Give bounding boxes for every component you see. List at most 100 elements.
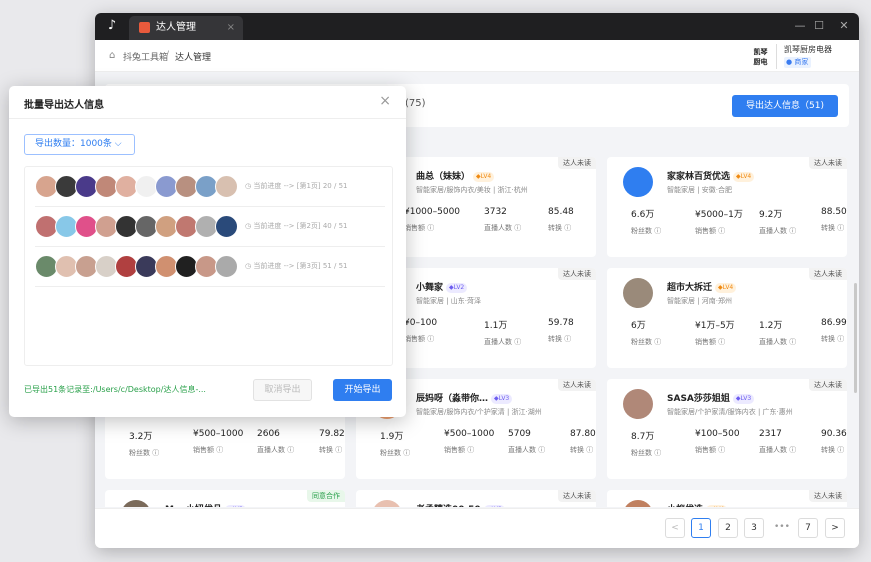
cancel-export-button[interactable]: 取消导出 <box>253 379 312 401</box>
export-quantity-select[interactable]: 导出数量：1000条 ⌵ <box>24 134 135 155</box>
help-icon[interactable]: ⓘ <box>654 227 661 235</box>
stat-label-row: 转换 ⓘ <box>821 223 849 233</box>
tab-close-icon[interactable]: × <box>227 20 235 35</box>
stat-label-row: 直播人数 ⓘ <box>508 445 566 455</box>
tab-talent-management[interactable]: 达人管理 × <box>129 16 243 40</box>
shop-logo: 凯琴 厨电 <box>745 44 777 69</box>
level-text: LV3 <box>498 395 510 402</box>
talent-category-location: 智能家居 | 河南·郑州 <box>667 297 733 305</box>
talent-stats: 3.2万 粉丝数 ⓘ ¥500–1000 销售额 ⓘ 2606 直播人数 ⓘ 7… <box>105 429 345 469</box>
help-icon[interactable]: ⓘ <box>837 446 844 454</box>
page-next-button[interactable]: > <box>825 518 845 538</box>
talent-name[interactable]: 辰妈呀（淼带你… ◆LV3 <box>416 391 513 404</box>
batch-export-dialog: 批量导出达人信息 × 导出数量：1000条 ⌵ ◷ 当前进度 --> [第1页]… <box>9 86 406 417</box>
start-export-button[interactable]: 开始导出 <box>333 379 392 401</box>
level-badge: ◆LV3 <box>491 394 513 404</box>
scrollbar[interactable] <box>854 283 857 393</box>
status-tag: 达人未读 <box>558 490 596 502</box>
talent-card[interactable]: 达人未读老孟精选00:50◆LV2 <box>356 490 596 507</box>
help-icon[interactable]: ⓘ <box>564 335 571 343</box>
help-icon[interactable]: ⓘ <box>654 449 661 457</box>
progress-text: ◷ 当前进度 --> [第2页] 40 / 51 <box>245 221 347 231</box>
help-icon[interactable]: ⓘ <box>789 227 796 235</box>
help-icon[interactable]: ⓘ <box>564 224 571 232</box>
title-bar: ♪ 达人管理 × — ☐ ✕ <box>95 13 859 40</box>
breadcrumb-home[interactable]: 抖兔工具箱 <box>123 50 168 63</box>
talent-card[interactable]: 达人未读 SASA莎莎姐姐 ◆LV3 智能家居/个护家清/服饰内衣 | 广东·惠州 8… <box>607 379 847 479</box>
close-window-icon[interactable]: ✕ <box>836 18 852 34</box>
help-icon[interactable]: ⓘ <box>837 335 844 343</box>
help-icon[interactable]: ⓘ <box>789 338 796 346</box>
maximize-icon[interactable]: ☐ <box>811 18 827 34</box>
help-icon[interactable]: ⓘ <box>718 338 725 346</box>
stat-item: 86.99 转换 ⓘ <box>821 318 849 344</box>
talent-card[interactable]: 达人未读小蚁优选◆LV4 <box>607 490 847 507</box>
level-text: LV4 <box>740 173 752 180</box>
talent-name[interactable]: SASA莎莎姐姐 ◆LV3 <box>667 391 755 404</box>
talent-name[interactable]: 老孟精选00:50◆LV2 <box>416 502 505 507</box>
page-2-button[interactable]: 2 <box>718 518 738 538</box>
talent-name-text: 辰妈呀（淼带你… <box>416 394 489 404</box>
talent-name[interactable]: 家家林百货优选 ◆LV4 <box>667 169 755 182</box>
progress-text: ◷ 当前进度 --> [第1页] 20 / 51 <box>245 181 347 191</box>
help-icon[interactable]: ⓘ <box>467 446 474 454</box>
help-icon[interactable]: ⓘ <box>789 446 796 454</box>
avatar <box>215 255 238 278</box>
talent-name[interactable]: 小蚁优选◆LV4 <box>667 502 728 507</box>
help-icon[interactable]: ⓘ <box>216 446 223 454</box>
page-ellipsis[interactable]: ••• <box>774 522 790 532</box>
stat-value: 1.2万 <box>759 321 783 331</box>
dialog-close-icon[interactable]: × <box>379 93 391 109</box>
stat-item: 8.7万 粉丝数 ⓘ <box>631 429 689 458</box>
talent-name[interactable]: 曲总（妹妹） ◆LV4 <box>416 169 495 182</box>
help-icon[interactable]: ⓘ <box>514 338 521 346</box>
page-last-button[interactable]: 7 <box>798 518 818 538</box>
help-icon[interactable]: ⓘ <box>514 224 521 232</box>
talent-category-location: 智能家居 | 山东·菏泽 <box>416 297 482 305</box>
talent-name[interactable]: 小舞家 ◆LV2 <box>416 280 468 293</box>
stat-label: 直播人数 <box>759 227 787 235</box>
minimize-icon[interactable]: — <box>792 18 808 34</box>
stat-label-row: 销售额 ⓘ <box>695 445 753 455</box>
shop-name[interactable]: 凯琴厨房电器 <box>784 44 832 55</box>
talent-card[interactable]: 达人未读 家家林百货优选 ◆LV4 智能家居 | 安徽·合肥 6.6万 粉丝数 ⓘ ¥… <box>607 157 847 257</box>
level-text: LV2 <box>453 284 465 291</box>
page-prev-button[interactable]: < <box>665 518 685 538</box>
app-logo-icon: ♪ <box>107 18 117 33</box>
stat-label: 直播人数 <box>759 446 787 454</box>
stat-item: 2606 直播人数 ⓘ <box>257 429 315 455</box>
help-icon[interactable]: ⓘ <box>718 227 725 235</box>
page-3-button[interactable]: 3 <box>744 518 764 538</box>
talent-name[interactable]: 超市大拆迁 ◆LV4 <box>667 280 737 293</box>
stat-value: 85.48 <box>548 207 574 217</box>
help-icon[interactable]: ⓘ <box>718 446 725 454</box>
help-icon[interactable]: ⓘ <box>654 338 661 346</box>
export-talent-button[interactable]: 导出达人信息（51) <box>732 95 838 117</box>
help-icon[interactable]: ⓘ <box>586 446 593 454</box>
help-icon[interactable]: ⓘ <box>152 449 159 457</box>
talent-name[interactable]: Max小妞优品◆LV2 <box>165 502 247 507</box>
stat-label: 粉丝数 <box>631 338 652 346</box>
help-icon[interactable]: ⓘ <box>403 449 410 457</box>
level-text: LV4 <box>714 506 725 507</box>
export-result-path[interactable]: 已导出51条记录至:/Users/c/Desktop/达人信息-... <box>24 384 206 395</box>
stat-label: 粉丝数 <box>631 449 652 457</box>
help-icon[interactable]: ⓘ <box>538 446 545 454</box>
dialog-divider <box>9 118 406 119</box>
talent-category-location: 智能家居 | 安徽·合肥 <box>667 186 733 194</box>
stat-value: ¥5000–1万 <box>695 210 743 220</box>
help-icon[interactable]: ⓘ <box>427 224 434 232</box>
help-icon[interactable]: ⓘ <box>335 446 342 454</box>
stat-value: 90.36 <box>821 429 847 439</box>
stat-value: ¥500–1000 <box>444 429 495 439</box>
talent-name-text: SASA莎莎姐姐 <box>667 394 730 404</box>
help-icon[interactable]: ⓘ <box>287 446 294 454</box>
export-quantity-value: 导出数量：1000条 <box>35 139 112 149</box>
help-icon[interactable]: ⓘ <box>427 335 434 343</box>
talent-card[interactable]: 同意合作 Max小妞优品◆LV2 <box>105 490 345 507</box>
home-icon[interactable]: ⌂ <box>109 50 115 61</box>
page-1-button[interactable]: 1 <box>691 518 711 538</box>
level-text: LV4 <box>480 173 492 180</box>
talent-card[interactable]: 达人未读 超市大拆迁 ◆LV4 智能家居 | 河南·郑州 6万 粉丝数 ⓘ ¥1万–5… <box>607 268 847 368</box>
help-icon[interactable]: ⓘ <box>837 224 844 232</box>
